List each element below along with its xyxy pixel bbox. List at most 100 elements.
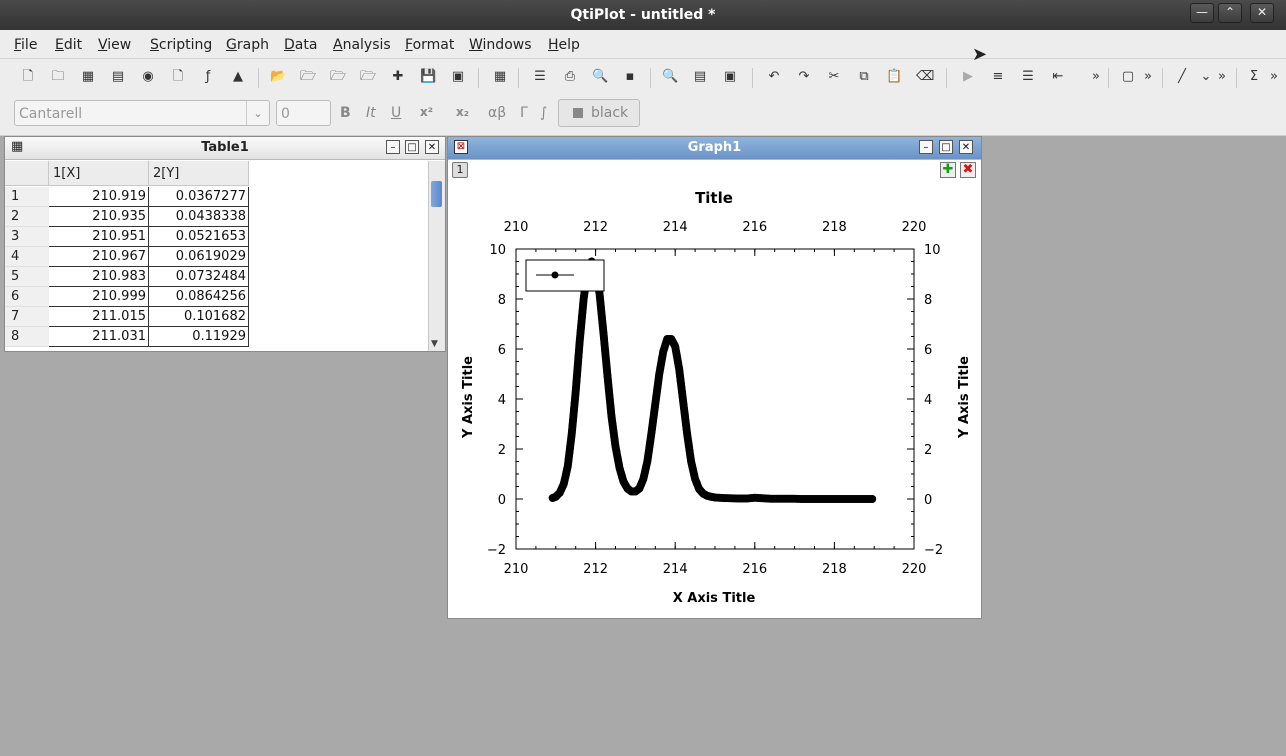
new-project-icon[interactable]: 🗋 [20, 69, 36, 85]
superscript-button[interactable]: x² [420, 105, 433, 119]
table-window[interactable]: ▦ Table1 – □ ✕ 1[X] 2[Y] 1 210.919 0.036… [4, 136, 446, 352]
table-cell[interactable]: 210.983 [49, 267, 149, 287]
column-header-x[interactable]: 1[X] [49, 161, 149, 186]
table-cell[interactable]: 0.11929 [149, 327, 249, 347]
bold-button[interactable]: B [340, 105, 351, 121]
integral-button[interactable]: ∫ [540, 105, 547, 121]
row-header[interactable]: 4 [5, 247, 49, 267]
x-axis-title[interactable]: X Axis Title [673, 591, 756, 606]
table-cell[interactable]: 210.999 [49, 287, 149, 307]
chevron-down-icon[interactable]: ⌄ [1198, 69, 1214, 85]
new-note-icon[interactable]: ◉ [140, 69, 156, 85]
table-cell[interactable]: 0.101682 [149, 307, 249, 327]
results-log-icon[interactable]: ▤ [692, 69, 708, 85]
chart-title[interactable]: Title [695, 189, 733, 207]
menu-help[interactable]: Help [548, 37, 580, 53]
toolbar-overflow-icon[interactable]: » [1214, 69, 1230, 85]
table-cell[interactable]: 211.031 [49, 327, 149, 347]
table-cell[interactable]: 0.0367277 [149, 187, 249, 207]
clear-icon[interactable]: ⌫ [916, 69, 934, 85]
menu-scripting[interactable]: Scripting [150, 37, 212, 53]
font-size-spinbox[interactable]: 0 [276, 100, 331, 126]
text-color-button[interactable]: black [558, 99, 640, 127]
run-script-icon[interactable]: ▶ [960, 69, 976, 85]
table-cell[interactable]: 210.935 [49, 207, 149, 227]
new-table-icon[interactable]: ▦ [80, 69, 96, 85]
row-header[interactable]: 3 [5, 227, 49, 247]
new-folder-icon[interactable]: 🗀 [50, 69, 66, 85]
print-preview-icon[interactable]: 🔍 [592, 69, 608, 85]
chevron-down-icon[interactable]: ▼ [431, 339, 438, 349]
new-3d-plot-icon[interactable]: ▲ [230, 69, 246, 85]
draw-line-icon[interactable]: ╱ [1174, 69, 1190, 85]
copy-icon[interactable]: ⧉ [856, 69, 872, 85]
export-pdf-icon[interactable]: ▪ [622, 69, 638, 85]
right-y-axis-title[interactable]: Y Axis Title [957, 356, 972, 439]
italic-button[interactable]: It [366, 105, 376, 121]
greek-button[interactable]: αβ [488, 105, 506, 121]
row-header[interactable]: 1 [5, 187, 49, 207]
table-cell[interactable]: 0.0732484 [149, 267, 249, 287]
table-vertical-scrollbar[interactable]: ▼ [428, 161, 445, 351]
print-icon[interactable]: ⎙ [562, 69, 578, 85]
underline-button[interactable]: U [391, 105, 401, 121]
align-icon[interactable]: ≡ [990, 69, 1006, 85]
new-graph-icon[interactable]: 🗋 [170, 69, 186, 85]
open-template-icon[interactable]: 🗁 [300, 69, 316, 85]
scrollbar-thumb[interactable] [431, 181, 442, 207]
indent-icon[interactable]: ⇤ [1050, 69, 1066, 85]
maximize-icon[interactable]: □ [405, 140, 419, 154]
paste-icon[interactable]: 📋 [886, 69, 902, 85]
legend[interactable] [525, 259, 605, 292]
toolbar-overflow-icon[interactable]: » [1088, 69, 1104, 85]
toolbar-overflow-icon[interactable]: » [1266, 69, 1282, 85]
undo-icon[interactable]: ↶ [766, 69, 782, 85]
table-cell[interactable]: 210.967 [49, 247, 149, 267]
subscript-button[interactable]: x₂ [456, 105, 469, 119]
font-family-select[interactable]: Cantarell ⌄ [14, 100, 270, 126]
menu-graph[interactable]: Graph [226, 37, 269, 53]
menu-file[interactable]: File [14, 37, 37, 53]
open-project-icon[interactable]: 📂 [270, 69, 286, 85]
project-explorer-icon[interactable]: 🔍 [662, 69, 678, 85]
greek-upper-button[interactable]: Γ [520, 105, 528, 121]
row-header[interactable]: 8 [5, 327, 49, 347]
menu-data[interactable]: Data [284, 37, 317, 53]
row-header[interactable]: 7 [5, 307, 49, 327]
cut-icon[interactable]: ✂ [826, 69, 842, 85]
table-cell[interactable]: 210.951 [49, 227, 149, 247]
minimize-icon[interactable]: – [386, 140, 400, 154]
graph-window[interactable]: ⊠ Graph1 – □ ✕ 1 ✚ ✖ Title X Axis Title … [447, 136, 982, 619]
close-icon[interactable]: ✕ [1250, 3, 1274, 23]
table-cell[interactable]: 0.0619029 [149, 247, 249, 267]
redo-icon[interactable]: ↷ [796, 69, 812, 85]
menu-analysis[interactable]: Analysis [333, 37, 391, 53]
maximize-icon[interactable]: ⌃ [1218, 3, 1242, 23]
new-function-icon[interactable]: ƒ [200, 69, 216, 85]
minimize-icon[interactable]: — [1190, 3, 1214, 23]
table-cell[interactable]: 0.0521653 [149, 227, 249, 247]
open-image-icon[interactable]: 🗁 [330, 69, 346, 85]
table-cell[interactable]: 0.0438338 [149, 207, 249, 227]
toolbar-overflow-icon[interactable]: » [1140, 69, 1156, 85]
table-window-title-bar[interactable]: ▦ Table1 – □ ✕ [5, 137, 445, 160]
table-cell[interactable]: 211.015 [49, 307, 149, 327]
save-as-icon[interactable]: ▣ [450, 69, 466, 85]
import-ascii-icon[interactable]: 🗁 [360, 69, 376, 85]
export-data-icon[interactable]: ▦ [492, 69, 508, 85]
table-cell[interactable]: 210.919 [49, 187, 149, 207]
select-tool-icon[interactable]: ▢ [1120, 69, 1136, 85]
list-icon[interactable]: ☰ [1020, 69, 1036, 85]
menu-format[interactable]: Format [405, 37, 454, 53]
table-cell[interactable]: 0.0864256 [149, 287, 249, 307]
sum-icon[interactable]: Σ [1246, 69, 1262, 85]
column-header-y[interactable]: 2[Y] [149, 161, 249, 186]
layers-icon[interactable]: ☰ [532, 69, 548, 85]
y-axis-title[interactable]: Y Axis Title [461, 356, 476, 439]
menu-edit[interactable]: Edit [55, 37, 82, 53]
save-icon[interactable]: 💾 [420, 69, 436, 85]
append-project-icon[interactable]: ✚ [390, 69, 406, 85]
menu-windows[interactable]: Windows [469, 37, 532, 53]
row-header[interactable]: 5 [5, 267, 49, 287]
row-header[interactable]: 6 [5, 287, 49, 307]
